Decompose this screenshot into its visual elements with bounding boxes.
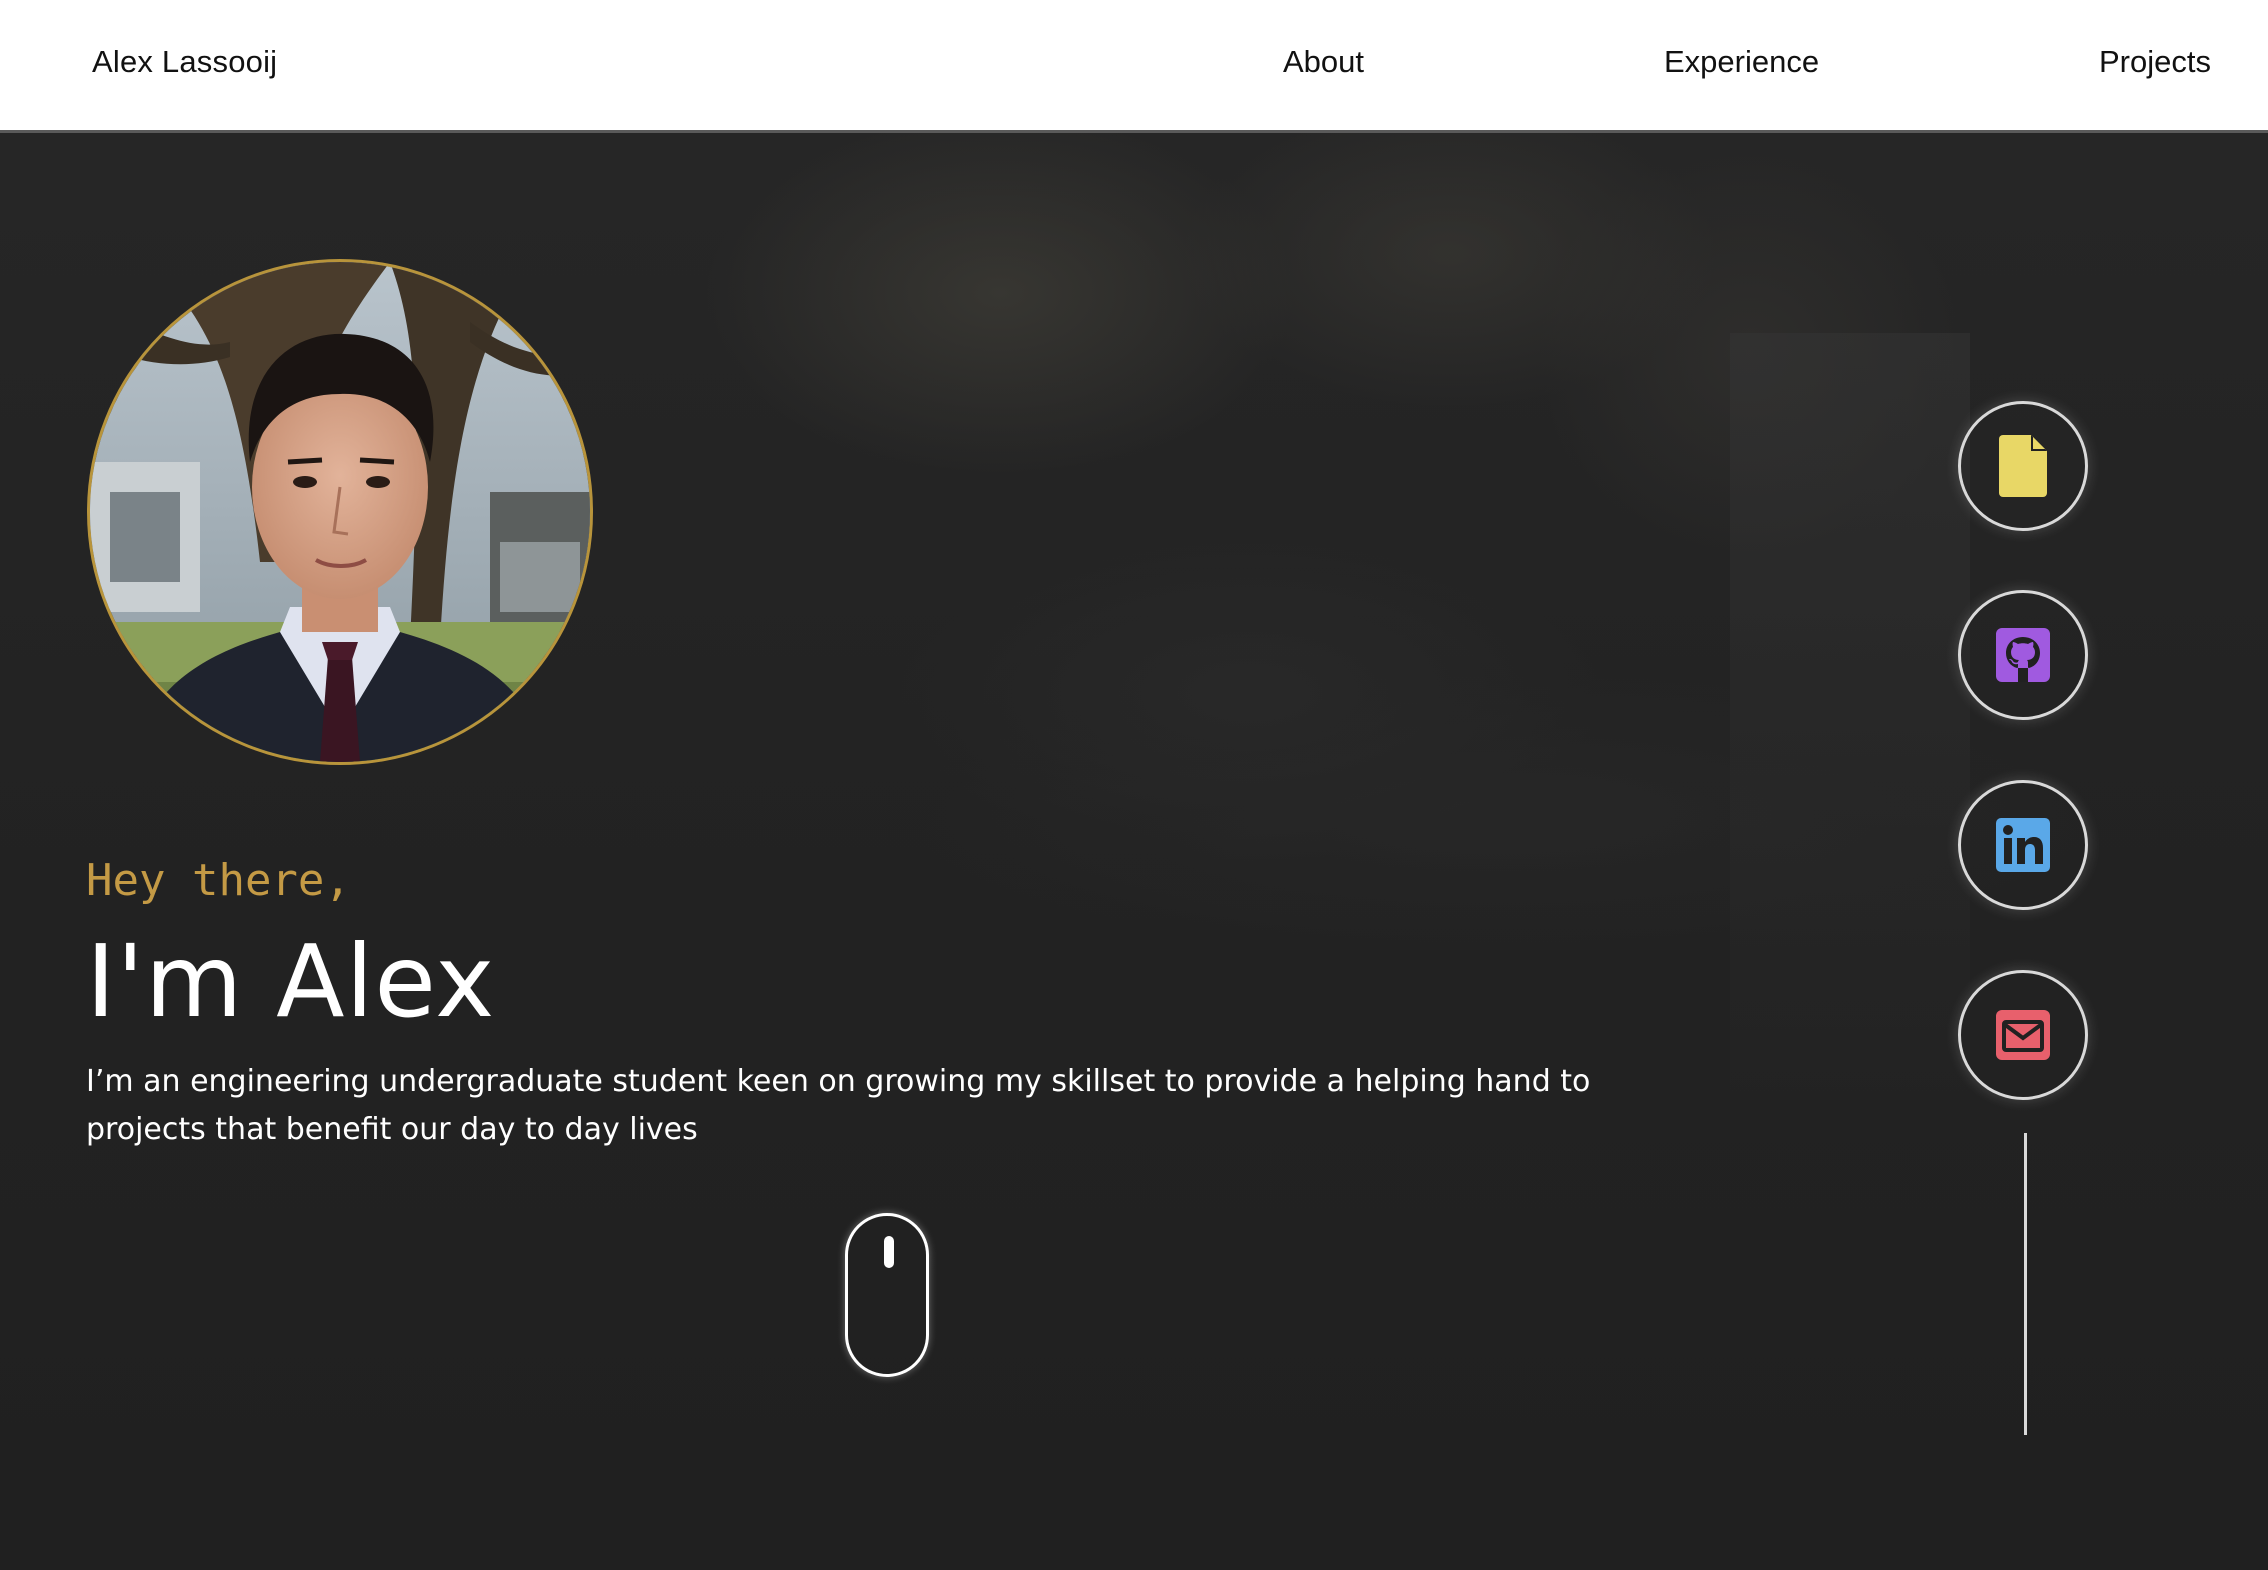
scroll-indicator[interactable]	[845, 1213, 929, 1377]
bio-text: I’m an engineering undergraduate student…	[86, 1064, 1591, 1147]
nav-link-projects[interactable]: Projects	[2099, 44, 2211, 80]
greeting-text: Hey there,	[86, 855, 351, 906]
resume-button[interactable]	[1958, 401, 2088, 531]
github-button[interactable]	[1958, 590, 2088, 720]
linkedin-icon	[1996, 818, 2050, 872]
email-button[interactable]	[1958, 970, 2088, 1100]
portrait-photo	[90, 262, 590, 762]
background-shade	[900, 673, 2100, 953]
hero-section: Hey there, I'm Alex I’m an engineering u…	[0, 133, 2268, 1570]
scroll-wheel-icon	[884, 1236, 894, 1268]
top-navbar: Alex Lassooij About Experience Projects	[0, 0, 2268, 133]
github-icon	[1996, 628, 2050, 682]
file-icon	[1999, 435, 2047, 497]
linkedin-button[interactable]	[1958, 780, 2088, 910]
mail-icon	[1996, 1010, 2050, 1060]
nav-link-about[interactable]: About	[1283, 44, 1364, 80]
avatar	[87, 259, 593, 765]
brand-name[interactable]: Alex Lassooij	[92, 44, 277, 80]
social-divider-line	[2024, 1133, 2027, 1435]
headline: I'm Alex	[86, 923, 496, 1040]
nav-link-experience[interactable]: Experience	[1664, 44, 1819, 80]
